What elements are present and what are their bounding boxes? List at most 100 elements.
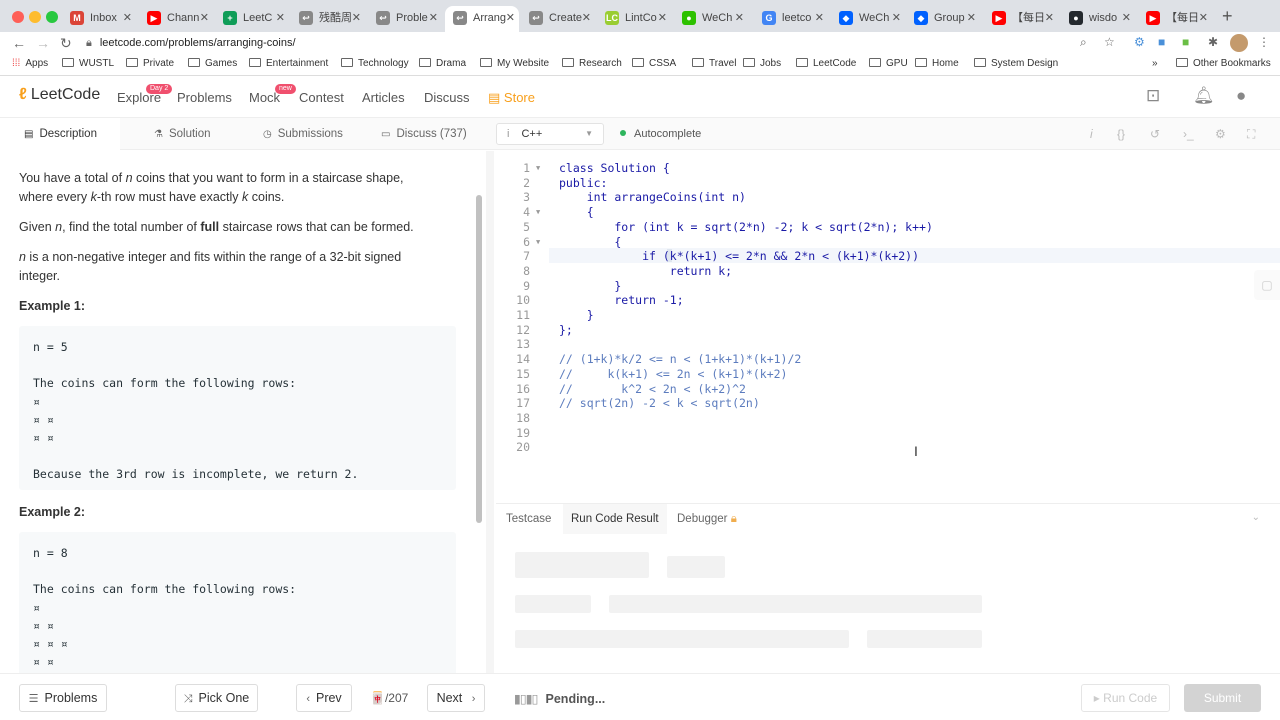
side-panel-icon[interactable]: ▢	[1254, 270, 1280, 300]
extension-icon[interactable]: ■	[1158, 35, 1165, 49]
code-line[interactable]: return k;	[559, 264, 732, 278]
close-icon[interactable]: ✕	[735, 6, 744, 30]
settings-gear-icon[interactable]: ⚙	[1215, 127, 1226, 141]
browser-menu-icon[interactable]: ⋮	[1258, 35, 1270, 49]
terminal-tool-icon[interactable]: ›_	[1183, 127, 1194, 141]
fullscreen-icon[interactable]: ⛶	[1247, 127, 1255, 142]
bookmark-folder[interactable]: Drama	[419, 58, 466, 69]
back-button[interactable]: ←	[12, 32, 26, 54]
code-line[interactable]: if (k*(k+1) <= 2*n && 2*n < (k+1)*(k+2))	[559, 249, 919, 263]
code-line[interactable]: };	[559, 323, 573, 337]
bookmark-folder[interactable]: CSSA	[632, 58, 676, 69]
bookmark-folder[interactable]: Research	[562, 58, 622, 69]
code-line[interactable]: // sqrt(2n) -2 < k < sqrt(2n)	[559, 396, 760, 410]
tab-submissions[interactable]: ◷ Submissions	[263, 118, 343, 150]
browser-tab[interactable]: ▶ 【每日 ✕	[1138, 6, 1212, 32]
reset-tool-icon[interactable]: ↺	[1150, 127, 1160, 141]
zoom-icon[interactable]: ⌕	[1080, 35, 1087, 50]
bookmark-star-icon[interactable]: ☆	[1104, 35, 1115, 49]
browser-tab[interactable]: ↩ Arrang ✕	[445, 6, 519, 32]
bookmark-folder[interactable]: My Website	[480, 58, 549, 69]
forward-button[interactable]: →	[36, 32, 50, 54]
close-icon[interactable]: ✕	[123, 6, 132, 30]
browser-tab[interactable]: M Inbox ✕	[62, 6, 136, 32]
new-tab-button[interactable]: +	[1222, 6, 1233, 27]
maximize-window-button[interactable]	[46, 11, 58, 23]
tab-description[interactable]: ▤ Description	[0, 118, 120, 150]
autocomplete-toggle[interactable]: Autocomplete	[620, 118, 701, 150]
code-line[interactable]: {	[559, 205, 594, 219]
pick-one-button[interactable]: ⤨ Pick One	[175, 684, 258, 712]
browser-tab[interactable]: LC LintCo ✕	[597, 6, 671, 32]
bookmark-folder[interactable]: Private	[126, 58, 174, 69]
bookmark-folder[interactable]: System Design	[974, 58, 1058, 69]
browser-tab[interactable]: ◆ Group ✕	[906, 6, 980, 32]
minimize-window-button[interactable]	[29, 11, 41, 23]
browser-tab[interactable]: ↩ 残酷周 ✕	[291, 6, 365, 32]
problem-page-indicator[interactable]: 🀄/207	[370, 691, 408, 705]
bookmark-folder[interactable]: WUSTL	[62, 58, 114, 69]
reload-button[interactable]: ↻	[60, 32, 72, 54]
extension-l-icon[interactable]: ■	[1182, 35, 1189, 49]
tab-debugger[interactable]: Debugger 🔒︎	[677, 504, 737, 534]
other-bookmarks[interactable]: Other Bookmarks	[1176, 58, 1271, 69]
code-line[interactable]: {	[559, 235, 621, 249]
nav-problems[interactable]: Problems	[177, 90, 232, 105]
code-line[interactable]: }	[559, 308, 594, 322]
prev-button[interactable]: ‹ Prev	[296, 684, 352, 712]
collapse-chevron-icon[interactable]: ⌄	[1252, 512, 1260, 523]
code-line[interactable]: int arrangeCoins(int n)	[559, 190, 746, 204]
code-line[interactable]: for (int k = sqrt(2*n) -2; k < sqrt(2*n)…	[559, 220, 933, 234]
nav-articles[interactable]: Articles	[362, 90, 405, 105]
pane-splitter[interactable]	[486, 151, 494, 673]
close-icon[interactable]: ✕	[429, 6, 438, 30]
browser-tab[interactable]: + LeetC ✕	[215, 6, 289, 32]
close-icon[interactable]: ✕	[506, 6, 515, 30]
code-line[interactable]: public:	[559, 176, 607, 190]
tab-testcase[interactable]: Testcase	[506, 504, 551, 534]
url-field[interactable]: 🔒︎ leetcode.com/problems/arranging-coins/	[86, 32, 1126, 54]
close-icon[interactable]: ✕	[1045, 6, 1054, 30]
close-icon[interactable]: ✕	[276, 6, 285, 30]
browser-tab[interactable]: ▶ Chann ✕	[139, 6, 213, 32]
close-icon[interactable]: ✕	[200, 6, 209, 30]
bookmark-folder[interactable]: Jobs	[743, 58, 781, 69]
fold-arrow-icon[interactable]: ▼	[536, 208, 540, 216]
browser-tab[interactable]: ● WeCh ✕	[674, 6, 748, 32]
code-editor[interactable]: 1 ▼ 2 3 4 ▼ 5 6 ▼ 7 8 9 10 11 12 13 14 15 16 17 18 19 20 class…	[496, 151, 1280, 501]
bookmark-folder[interactable]: Technology	[341, 58, 409, 69]
extensions-puzzle-icon[interactable]: ✱	[1208, 35, 1218, 49]
tab-discuss[interactable]: ▭ Discuss (737)	[381, 118, 467, 150]
extension-translate-icon[interactable]: ⚙	[1134, 35, 1145, 49]
description-scrollbar[interactable]	[476, 195, 482, 523]
close-icon[interactable]: ✕	[967, 6, 976, 30]
code-line[interactable]: }	[559, 279, 621, 293]
close-window-button[interactable]	[12, 11, 24, 23]
fold-arrow-icon[interactable]: ▼	[536, 164, 540, 172]
code-line[interactable]: // k(k+1) <= 2n < (k+1)*(k+2)	[559, 367, 787, 381]
bookmark-folder[interactable]: GPU	[869, 58, 908, 69]
profile-avatar[interactable]	[1230, 34, 1248, 52]
bookmark-folder[interactable]: Games	[188, 58, 237, 69]
close-icon[interactable]: ✕	[352, 6, 361, 30]
bookmark-folder[interactable]: Travel	[692, 58, 736, 69]
code-line[interactable]: return -1;	[559, 293, 683, 307]
nav-discuss[interactable]: Discuss	[424, 90, 470, 105]
close-icon[interactable]: ✕	[658, 6, 667, 30]
submit-button[interactable]: Submit	[1184, 684, 1261, 712]
bookmark-folder[interactable]: Entertainment	[249, 58, 328, 69]
user-avatar-icon[interactable]: ●	[1236, 86, 1246, 106]
browser-tab[interactable]: ◆ WeCh ✕	[831, 6, 905, 32]
braces-tool-icon[interactable]: {}	[1117, 127, 1125, 141]
bookmarks-more[interactable]: »	[1152, 58, 1158, 69]
language-select[interactable]: i C++ ▼	[496, 123, 604, 145]
fold-arrow-icon[interactable]: ▼	[536, 238, 540, 246]
code-line[interactable]: // (1+k)*k/2 <= n < (1+k+1)*(k+1)/2	[559, 352, 801, 366]
problems-list-button[interactable]: ☰ Problems	[19, 684, 107, 712]
browser-tab[interactable]: Gleetco ✕	[754, 6, 828, 32]
nav-store[interactable]: ▤ Store	[488, 90, 535, 106]
run-code-button[interactable]: ▸ Run Code	[1081, 684, 1170, 712]
browser-tab[interactable]: ● wisdo ✕	[1061, 6, 1135, 32]
browser-tab[interactable]: ↩ Create ✕	[521, 6, 595, 32]
browser-tab[interactable]: ↩ Proble ✕	[368, 6, 442, 32]
